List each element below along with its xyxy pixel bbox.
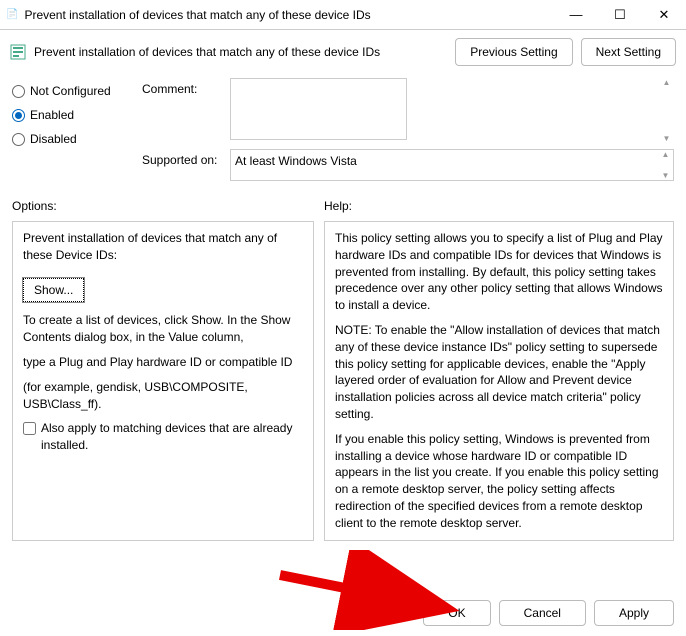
footer-buttons: OK Cancel Apply	[423, 600, 674, 626]
scroll-arrows: ▲ ▼	[659, 78, 674, 143]
maximize-button[interactable]: ☐	[598, 0, 642, 30]
scroll-down-icon[interactable]: ▼	[659, 134, 674, 143]
policy-icon	[10, 44, 26, 60]
help-label: Help:	[324, 199, 352, 213]
radio-enabled[interactable]: Enabled	[12, 108, 142, 122]
checkbox-label: Also apply to matching devices that are …	[41, 420, 303, 454]
next-setting-button[interactable]: Next Setting	[581, 38, 676, 66]
radio-disabled[interactable]: Disabled	[12, 132, 142, 146]
options-text: To create a list of devices, click Show.…	[23, 312, 303, 346]
state-radio-group: Not Configured Enabled Disabled	[12, 82, 142, 146]
radio-circle-icon	[12, 133, 25, 146]
also-apply-checkbox[interactable]	[23, 422, 36, 435]
supported-on-value: At least Windows Vista	[235, 154, 357, 168]
show-button[interactable]: Show...	[23, 278, 84, 303]
window-title: Prevent installation of devices that mat…	[24, 8, 554, 22]
window-icon: 📄	[6, 9, 18, 20]
previous-setting-button[interactable]: Previous Setting	[455, 38, 572, 66]
help-text: If you disable or do not configure this …	[335, 540, 663, 541]
options-label: Options:	[12, 199, 314, 213]
radio-not-configured[interactable]: Not Configured	[12, 84, 142, 98]
supported-on-label: Supported on:	[142, 149, 230, 167]
options-pane: Prevent installation of devices that mat…	[12, 221, 314, 541]
minimize-button[interactable]: —	[554, 0, 598, 30]
scroll-up-icon[interactable]: ▲	[659, 78, 674, 87]
apply-button[interactable]: Apply	[594, 600, 674, 626]
radio-label: Not Configured	[30, 84, 111, 98]
close-button[interactable]: ✕	[642, 0, 686, 30]
supported-on-box: At least Windows Vista ▲ ▼	[230, 149, 674, 181]
pane-labels: Options: Help:	[0, 187, 686, 217]
help-pane: This policy setting allows you to specif…	[324, 221, 674, 541]
panes: Prevent installation of devices that mat…	[0, 217, 686, 541]
comment-label: Comment:	[142, 78, 230, 96]
cancel-button[interactable]: Cancel	[499, 600, 586, 626]
config-section: Not Configured Enabled Disabled Comment:	[0, 74, 686, 187]
header-title: Prevent installation of devices that mat…	[34, 45, 447, 59]
help-text: NOTE: To enable the "Allow installation …	[335, 322, 663, 423]
scroll-arrows: ▲ ▼	[658, 150, 673, 180]
also-apply-checkbox-row[interactable]: Also apply to matching devices that are …	[23, 420, 303, 454]
radio-label: Disabled	[30, 132, 77, 146]
comment-textarea[interactable]	[230, 78, 407, 140]
options-text: (for example, gendisk, USB\COMPOSITE, US…	[23, 379, 303, 413]
help-text: If you enable this policy setting, Windo…	[335, 431, 663, 532]
radio-circle-selected-icon	[12, 109, 25, 122]
options-intro: Prevent installation of devices that mat…	[23, 230, 303, 264]
help-text: This policy setting allows you to specif…	[335, 230, 663, 314]
scroll-down-icon[interactable]: ▼	[658, 171, 673, 180]
titlebar: 📄 Prevent installation of devices that m…	[0, 0, 686, 30]
ok-button[interactable]: OK	[423, 600, 490, 626]
radio-circle-icon	[12, 85, 25, 98]
options-text: type a Plug and Play hardware ID or comp…	[23, 354, 303, 371]
radio-label: Enabled	[30, 108, 74, 122]
window-controls: — ☐ ✕	[554, 0, 686, 30]
scroll-up-icon[interactable]: ▲	[658, 150, 673, 159]
header-row: Prevent installation of devices that mat…	[0, 30, 686, 74]
